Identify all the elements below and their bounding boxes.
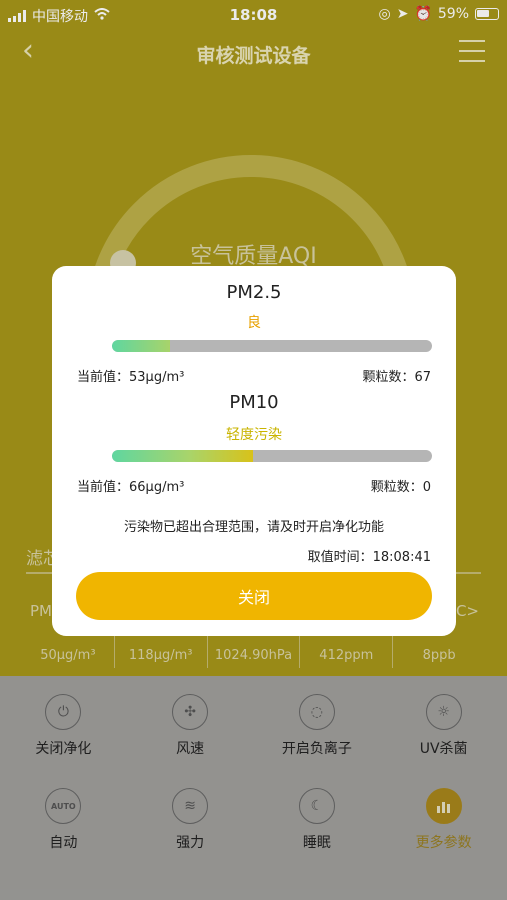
- pm10-level: 轻度污染: [226, 427, 282, 443]
- pollution-dialog: PM2.5 良 当前值：53μg/m³ 颗粒数：67 PM10 轻度污染 当前值…: [52, 266, 456, 636]
- pm10-bar: [112, 450, 432, 462]
- close-button[interactable]: 关闭: [76, 572, 432, 620]
- warning-message: 污染物已超出合理范围，请及时开启净化功能: [123, 520, 384, 535]
- pm10-current-value: 当前值：66μg/m³: [77, 480, 185, 495]
- pm25-stats-row: 当前值：53μg/m³ 颗粒数：67: [77, 366, 431, 385]
- pm25-title: PM2.5: [226, 282, 282, 303]
- sample-time: 取值时间：18:08:41: [307, 550, 431, 565]
- pm10-stats-row: 当前值：66μg/m³ 颗粒数：0: [77, 476, 431, 495]
- pm25-particle-count: 颗粒数：67: [362, 370, 431, 385]
- pm25-level: 良: [247, 315, 261, 331]
- pm10-title: PM10: [229, 392, 279, 413]
- pm10-bar-fill: [112, 450, 253, 462]
- pm25-bar: [112, 340, 432, 352]
- pm25-current-value: 当前值：53μg/m³: [77, 370, 185, 385]
- pm25-bar-fill: [112, 340, 170, 352]
- pm10-particle-count: 颗粒数：0: [370, 480, 431, 495]
